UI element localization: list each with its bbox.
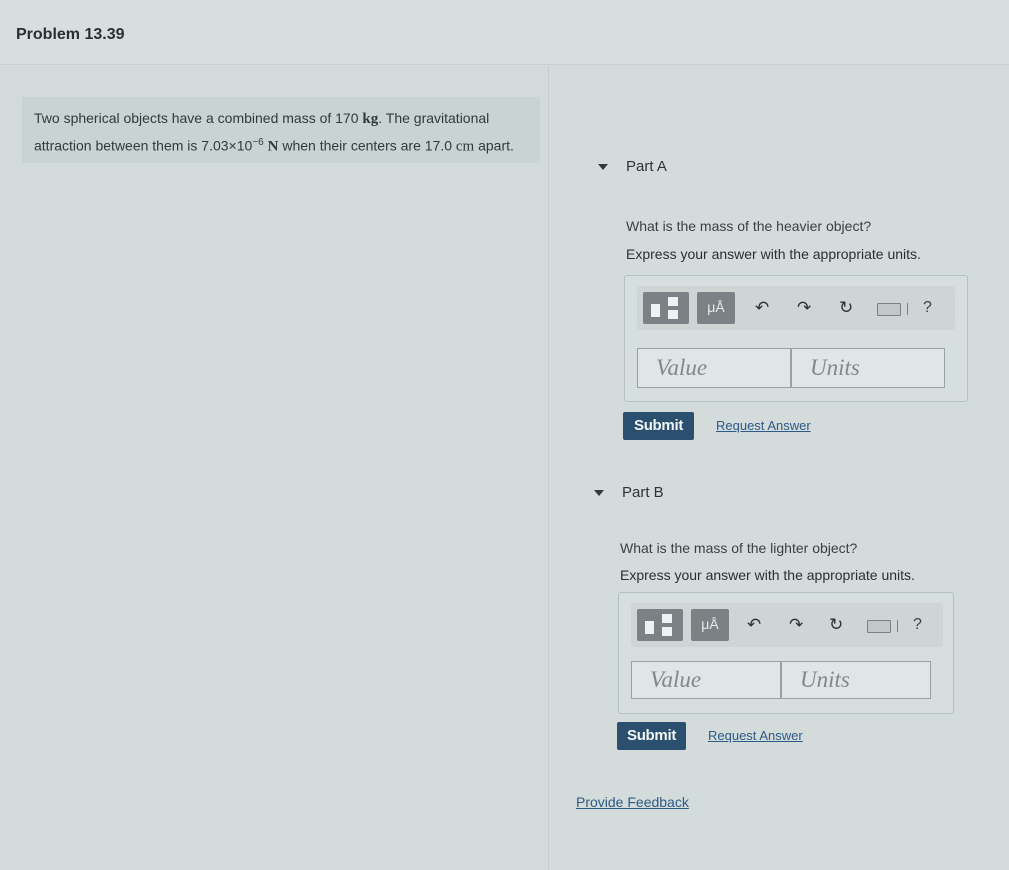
unit-kg: kg xyxy=(362,111,379,127)
part-a-request-answer-link[interactable]: Request Answer xyxy=(716,418,811,433)
part-a-units-input[interactable]: Units xyxy=(791,348,945,388)
reset-icon[interactable]: ↻ xyxy=(829,615,843,635)
caret-down-icon xyxy=(598,164,608,171)
help-icon[interactable]: ? xyxy=(913,616,922,634)
part-a-submit-button[interactable]: Submit xyxy=(623,412,694,440)
problem-statement: Two spherical objects have a combined ma… xyxy=(22,97,540,163)
templates-icon[interactable] xyxy=(637,609,683,641)
undo-icon[interactable]: ↶ xyxy=(755,298,769,318)
keyboard-icon[interactable] xyxy=(867,620,891,633)
redo-icon[interactable]: ↷ xyxy=(789,615,803,635)
provide-feedback-link[interactable]: Provide Feedback xyxy=(576,794,689,810)
part-b-request-answer-link[interactable]: Request Answer xyxy=(708,728,803,743)
undo-icon[interactable]: ↶ xyxy=(747,615,761,635)
part-b-question: What is the mass of the lighter object? xyxy=(620,540,858,556)
page-header: Problem 13.39 xyxy=(0,0,1009,65)
units-symbol-button[interactable]: μÅ xyxy=(697,292,735,324)
part-a-answer-panel: μÅ ↶ ↷ ↻ ? Value Units xyxy=(624,275,968,402)
reset-icon[interactable]: ↻ xyxy=(839,298,853,318)
part-a-instruction: Express your answer with the appropriate… xyxy=(626,246,921,262)
part-b-toolbar: μÅ ↶ ↷ ↻ ? xyxy=(631,603,943,647)
problem-column xyxy=(0,66,549,870)
part-b-submit-button[interactable]: Submit xyxy=(617,722,686,750)
exponent: −6 xyxy=(252,137,264,148)
part-b-instruction: Express your answer with the appropriate… xyxy=(620,567,915,583)
part-b-value-input[interactable]: Value xyxy=(631,661,781,699)
page-title: Problem 13.39 xyxy=(16,26,125,43)
part-a-question: What is the mass of the heavier object? xyxy=(626,218,872,234)
templates-icon[interactable] xyxy=(643,292,689,324)
redo-icon[interactable]: ↷ xyxy=(797,298,811,318)
unit-n: N xyxy=(267,138,279,155)
help-icon[interactable]: ? xyxy=(923,299,932,317)
keyboard-icon[interactable] xyxy=(877,303,901,316)
unit-cm: cm xyxy=(455,138,475,155)
part-a-value-input[interactable]: Value xyxy=(637,348,791,388)
part-a-toolbar: μÅ ↶ ↷ ↻ ? xyxy=(637,286,955,330)
part-a-header[interactable]: Part A xyxy=(598,158,667,175)
part-b-header[interactable]: Part B xyxy=(594,484,664,501)
part-b-units-input[interactable]: Units xyxy=(781,661,931,699)
part-b-answer-panel: μÅ ↶ ↷ ↻ ? Value Units xyxy=(618,592,954,714)
caret-down-icon xyxy=(594,490,604,497)
units-symbol-button[interactable]: μÅ xyxy=(691,609,729,641)
